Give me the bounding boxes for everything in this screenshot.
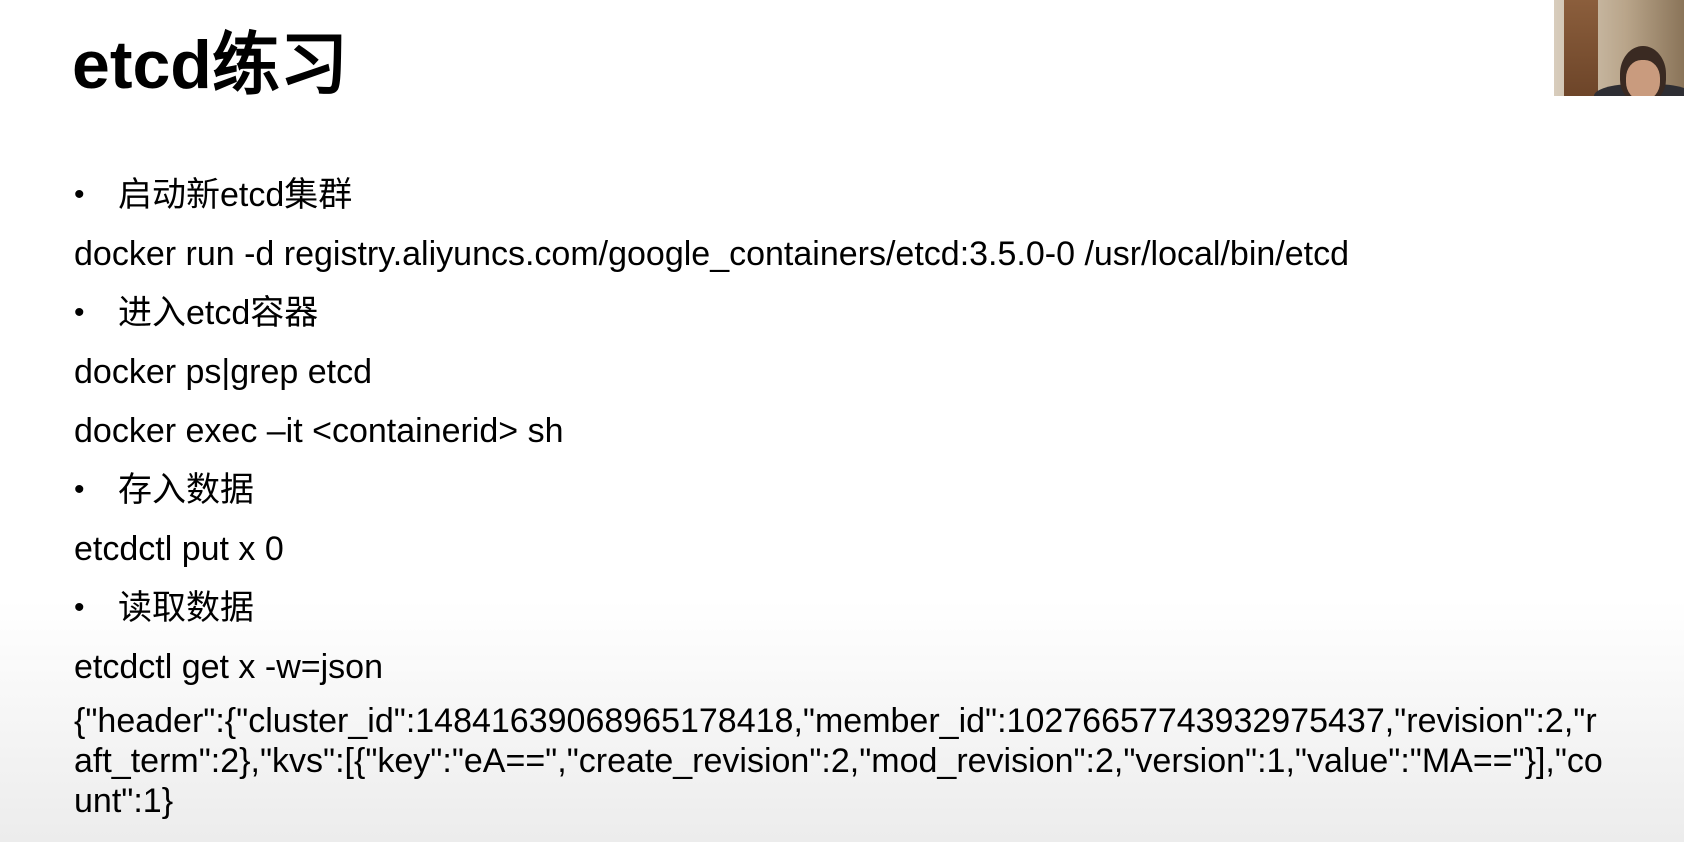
- slide-content: • 启动新etcd集群 docker run -d registry.aliyu…: [74, 170, 1634, 821]
- bullet-enter-container: • 进入etcd容器: [74, 288, 1634, 338]
- presenter-webcam-thumbnail: [1554, 0, 1684, 96]
- command-docker-run: docker run -d registry.aliyuncs.com/goog…: [74, 235, 1350, 273]
- bullet-dot: •: [74, 473, 85, 506]
- bullet-text: 存入数据: [118, 471, 254, 509]
- bullet-text: 进入etcd容器: [118, 294, 319, 332]
- bullet-store-data: • 存入数据: [74, 465, 1634, 515]
- bullet-text: 读取数据: [118, 589, 254, 627]
- command-docker-ps: docker ps|grep etcd: [74, 353, 372, 391]
- bullet-dot: •: [74, 178, 85, 211]
- command-etcdctl-get: etcdctl get x -w=json: [74, 648, 383, 686]
- bullet-read-data: • 读取数据: [74, 583, 1634, 633]
- command-etcdctl-put: etcdctl put x 0: [74, 530, 284, 568]
- command-docker-exec: docker exec –it <containerid> sh: [74, 412, 564, 450]
- presenter-face: [1626, 60, 1660, 96]
- bullet-start-cluster: • 启动新etcd集群: [74, 170, 1634, 220]
- bullet-dot: •: [74, 296, 85, 329]
- slide-title: etcd练习: [72, 27, 348, 103]
- bullet-text: 启动新etcd集群: [118, 176, 353, 214]
- json-output: {"header":{"cluster_id":1484163906896517…: [74, 702, 1603, 820]
- bullet-dot: •: [74, 591, 85, 624]
- webcam-door: [1564, 0, 1598, 96]
